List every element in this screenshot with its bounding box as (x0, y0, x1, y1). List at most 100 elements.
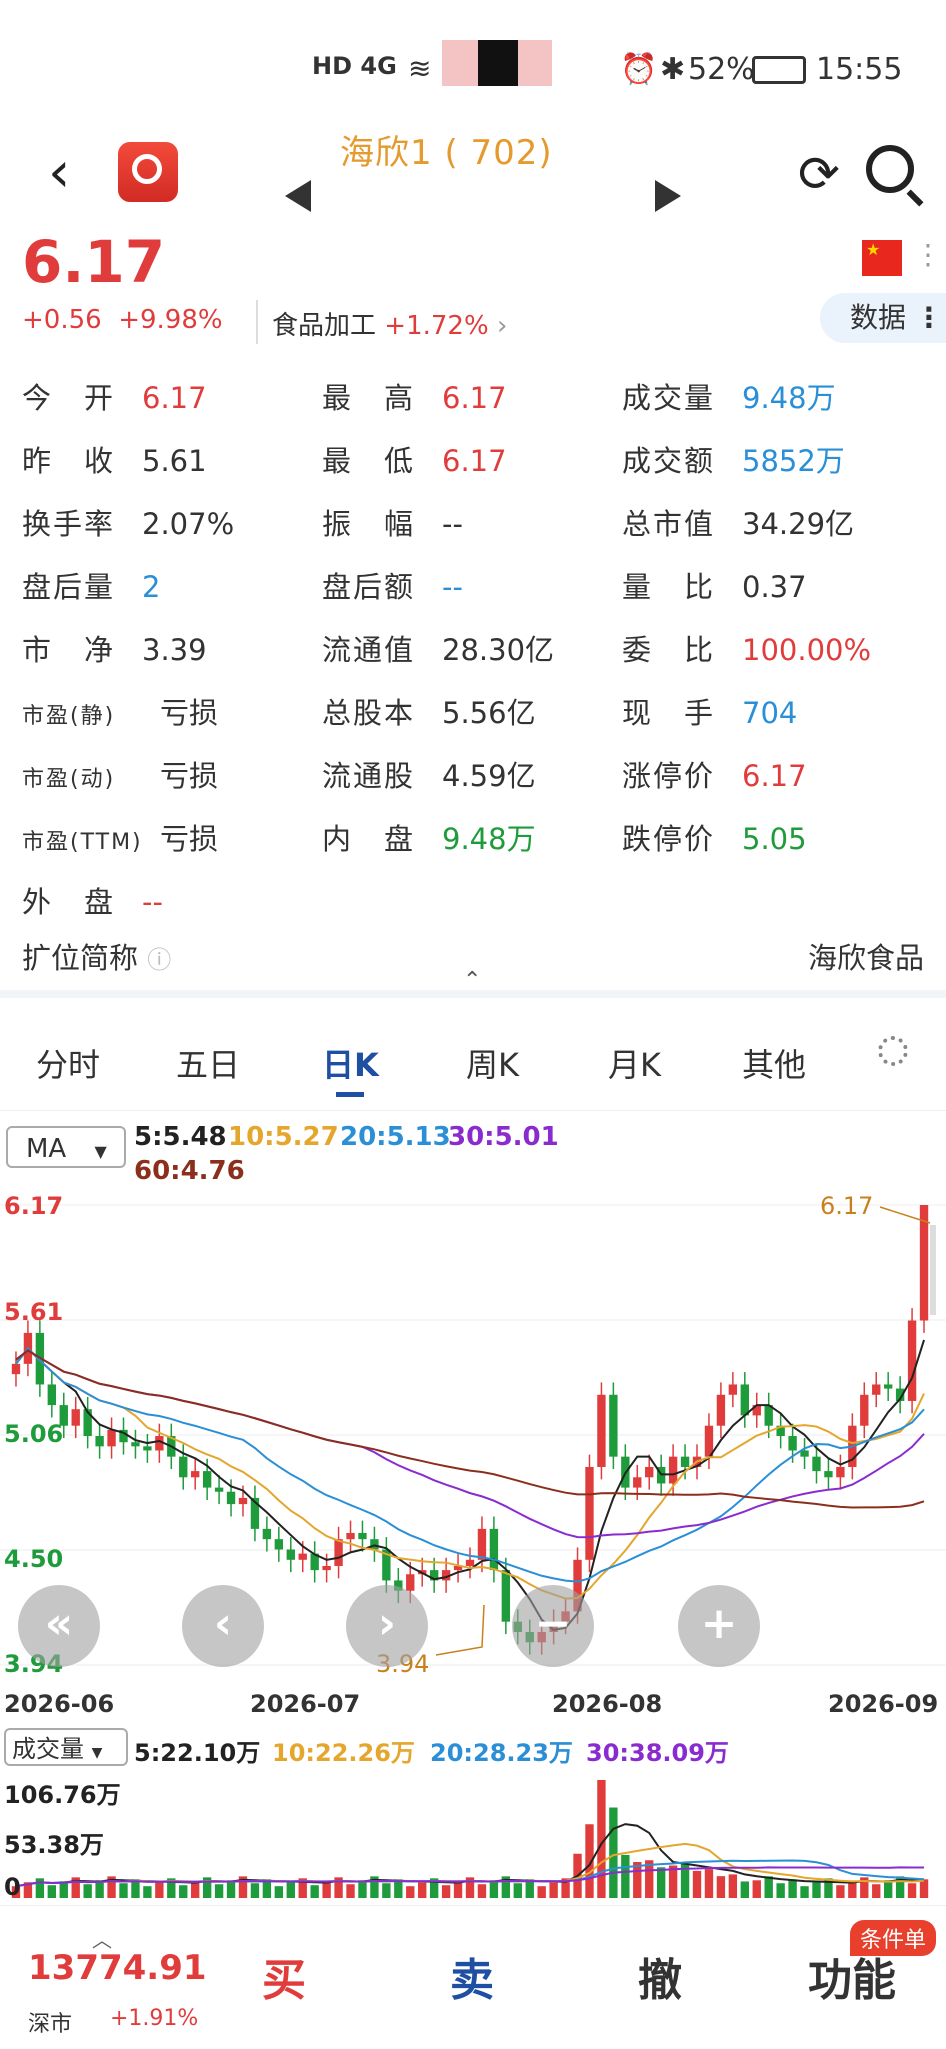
vol-ma30: 30:38.09万 (586, 1739, 729, 1767)
stat-label: 最 高 (322, 381, 416, 415)
fast-back-button[interactable]: « (18, 1585, 100, 1667)
volume-bar (143, 1886, 152, 1898)
stat-value: 28.30亿 (442, 633, 555, 667)
candle-body (860, 1394, 869, 1426)
candle-body (95, 1436, 104, 1447)
candle-body (11, 1363, 21, 1375)
refresh-icon[interactable]: ⟳ (798, 145, 840, 203)
prev-stock-icon[interactable] (285, 180, 311, 212)
buy-button[interactable]: 买 (262, 1944, 306, 2008)
trade-bar: ︿ 13774.91 深市 +1.91% 买 卖 撤 功能 条件单 (0, 1905, 946, 2049)
volume-bar (907, 1883, 917, 1898)
sector-link[interactable]: 食品加工 +1.72% › (272, 305, 507, 342)
divider (256, 300, 258, 344)
current-price: 6.17 (22, 228, 166, 296)
stat-label: 盘后额 (322, 570, 416, 604)
sector-pct: +1.72% (384, 311, 489, 341)
battery-icon (752, 56, 806, 84)
stat-value: -- (142, 885, 163, 919)
sell-button[interactable]: 卖 (450, 1944, 494, 2008)
clock: 15:55 (816, 52, 903, 87)
stat-cell: 成交额 5852万 (622, 438, 845, 480)
stat-cell: 市盈(静) 亏损 (22, 690, 218, 732)
x-tick-label: 2026-06 (4, 1690, 115, 1718)
battery-percent: 52% (688, 52, 755, 87)
volume-bar (83, 1884, 92, 1898)
gear-icon[interactable] (878, 1036, 908, 1066)
candle-body (872, 1384, 881, 1395)
dropdown-icon: ▼ (91, 1745, 103, 1761)
more-icon[interactable]: ⋮ (914, 238, 942, 271)
stat-label: 盘后量 (22, 570, 116, 604)
candle-body (740, 1384, 749, 1416)
change-pct: +9.98% (118, 305, 223, 335)
volume-chart[interactable] (0, 1770, 946, 1905)
candle-body (728, 1384, 738, 1395)
volume-bar (633, 1862, 642, 1898)
volume-bar (848, 1881, 857, 1898)
volume-bar (358, 1880, 367, 1898)
stat-cell: 流通股 4.59亿 (322, 753, 536, 795)
scroll-right-button[interactable]: › (346, 1585, 428, 1667)
stat-label: 振 幅 (322, 507, 416, 541)
candle-body (47, 1384, 56, 1406)
cancel-button[interactable]: 撤 (638, 1944, 682, 2008)
stat-value: 亏损 (160, 696, 219, 730)
zoom-out-button[interactable]: − (512, 1585, 594, 1667)
data-button[interactable]: 数据 ⋮ (820, 293, 946, 343)
stat-cell: 委 比 100.00% (622, 627, 871, 669)
tab-5[interactable]: 其他 (742, 1040, 806, 1086)
tab-3[interactable]: 周K (466, 1040, 519, 1086)
candle-body (107, 1429, 116, 1447)
candle-body (262, 1528, 272, 1540)
back-arrow-icon[interactable]: ‹ (48, 140, 70, 205)
stat-label: 最 低 (322, 444, 416, 478)
stat-label: 内 盘 (322, 822, 416, 856)
help-icon[interactable]: ⓘ (147, 946, 171, 974)
volume-bar (872, 1884, 881, 1898)
scroll-left-button[interactable]: ‹ (182, 1585, 264, 1667)
stat-value: 5.56亿 (442, 696, 536, 730)
stat-value: 5.05 (742, 822, 807, 856)
tab-2[interactable]: 日K (322, 1040, 379, 1086)
x-tick-label: 2026-08 (552, 1690, 663, 1718)
redacted-block (478, 40, 518, 86)
indicator-select-label: MA (26, 1134, 67, 1164)
stat-label: 量 比 (622, 570, 716, 604)
candle-body (633, 1477, 642, 1488)
volume-bar (155, 1882, 164, 1898)
alarm-icon: ⏰ (620, 52, 658, 87)
dropdown-icon: ▼ (94, 1142, 107, 1161)
active-tab-underline (336, 1092, 364, 1097)
tab-4[interactable]: 月K (608, 1040, 661, 1086)
stat-value: 9.48万 (742, 381, 836, 415)
candle-body (179, 1456, 188, 1478)
zoom-in-button[interactable]: + (678, 1585, 760, 1667)
x-tick-label: 2026-09 (828, 1690, 939, 1718)
tab-0[interactable]: 分时 (36, 1040, 100, 1086)
candle-body (907, 1320, 917, 1401)
volume-bar (346, 1884, 355, 1898)
stat-value: 704 (742, 696, 798, 730)
stat-value: 6.17 (142, 381, 207, 415)
search-icon[interactable] (866, 145, 914, 193)
stat-value: 0.37 (742, 570, 807, 604)
candle-body (812, 1456, 821, 1472)
conditional-order-badge[interactable]: 条件单 (850, 1920, 937, 1956)
candlestick-chart[interactable] (0, 1185, 946, 1675)
candle-body (346, 1532, 355, 1540)
index-value[interactable]: 13774.91 (28, 1948, 207, 1988)
china-flag-icon (862, 240, 902, 276)
indicator-select[interactable]: MA ▼ (6, 1126, 126, 1168)
ma5-value: 5:5.48 (134, 1122, 227, 1152)
candle-body (668, 1456, 678, 1484)
volume-indicator-select[interactable]: 成交量 ▼ (4, 1728, 128, 1766)
tab-1[interactable]: 五日 (176, 1040, 240, 1086)
stat-label: 市盈(静) (22, 704, 116, 729)
stat-value: -- (442, 570, 463, 604)
data-button-label: 数据 (850, 301, 907, 334)
next-stock-icon[interactable] (655, 180, 681, 212)
y-tick-label: 6.17 (4, 1192, 64, 1220)
candle-body (477, 1528, 487, 1560)
bluetooth-icon: ✱ (660, 52, 686, 87)
